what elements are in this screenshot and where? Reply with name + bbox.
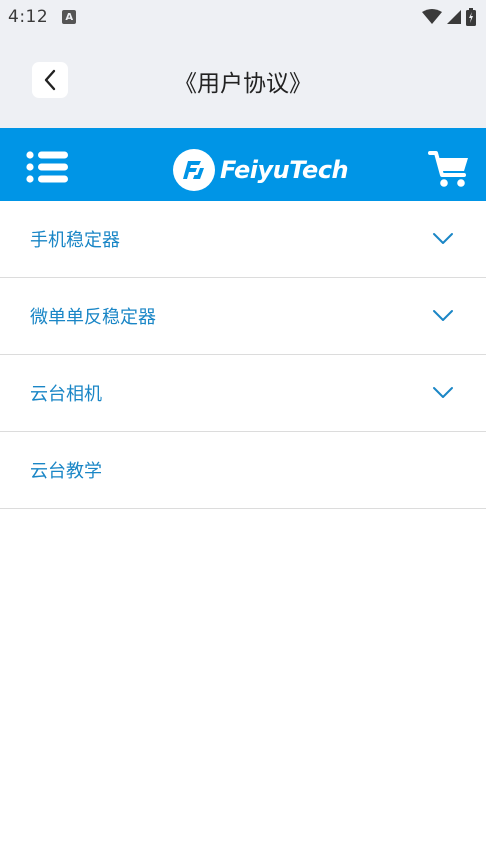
status-icons xyxy=(422,8,476,26)
wifi-icon xyxy=(422,9,442,24)
chevron-down-icon[interactable] xyxy=(432,309,454,323)
list-item-phone-gimbal[interactable]: 手机稳定器 xyxy=(0,201,486,278)
list-item-label: 云台相机 xyxy=(30,384,102,405)
list-menu-icon[interactable] xyxy=(26,151,68,183)
list-item-label: 云台教学 xyxy=(30,461,102,482)
page-title: 《用户协议》 xyxy=(174,71,312,97)
status-bar: 4:12 A xyxy=(0,0,486,34)
list-item-camera-gimbal[interactable]: 微单单反稳定器 xyxy=(0,278,486,355)
brand-bar: FeiyuTech xyxy=(0,128,486,201)
status-time: 4:12 xyxy=(8,7,49,27)
battery-icon xyxy=(466,8,476,26)
shopping-cart-icon[interactable] xyxy=(428,150,470,188)
chevron-down-icon[interactable] xyxy=(432,232,454,246)
category-list: 手机稳定器 微单单反稳定器 云台相机 云台教学 xyxy=(0,201,486,509)
notification-icon: A xyxy=(62,10,77,24)
chevron-down-icon[interactable] xyxy=(432,386,454,400)
list-item-gimbal-camera[interactable]: 云台相机 xyxy=(0,355,486,432)
logo-text: FeiyuTech xyxy=(220,156,349,184)
signal-icon xyxy=(447,10,461,24)
list-item-label: 手机稳定器 xyxy=(30,230,120,251)
brand-logo: FeiyuTech xyxy=(173,148,349,192)
title-bar: 《用户协议》 xyxy=(0,34,486,128)
list-item-gimbal-tutorial[interactable]: 云台教学 xyxy=(0,432,486,509)
list-item-label: 微单单反稳定器 xyxy=(30,307,156,328)
logo-mark-icon xyxy=(173,149,215,191)
